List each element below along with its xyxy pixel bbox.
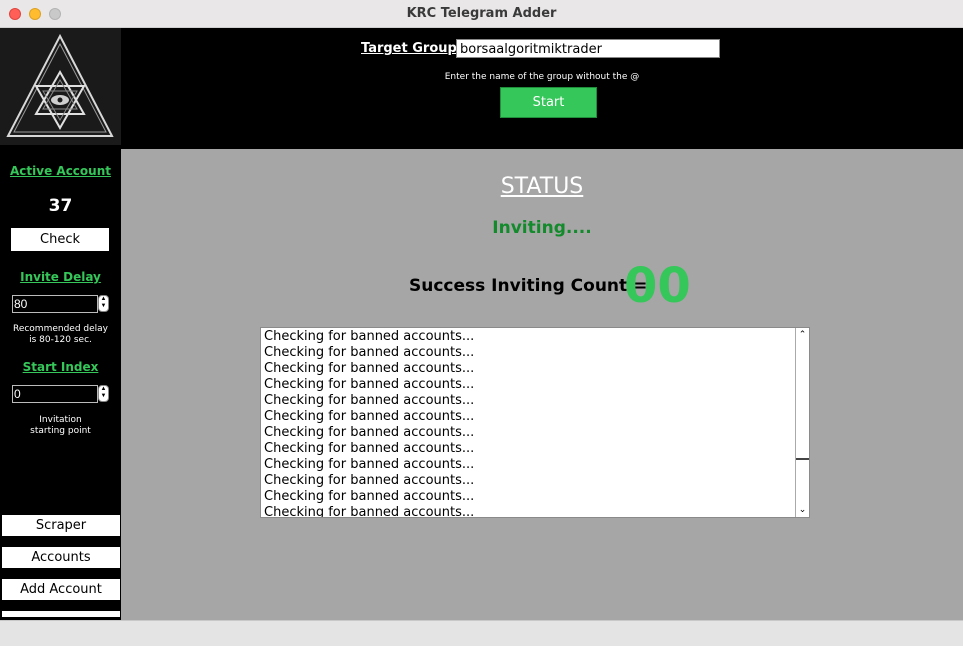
log-line: Checking for banned accounts...	[264, 377, 475, 392]
log-line: Checking for banned accounts...	[264, 329, 475, 344]
sidebar: Active Account 37 Check Invite Delay 80 …	[0, 28, 121, 620]
target-group-label: Target Group:	[361, 41, 463, 56]
title-bar: KRC Telegram Adder	[0, 0, 963, 28]
log-line: Checking for banned accounts...	[264, 409, 475, 424]
accounts-button[interactable]: Accounts	[2, 547, 120, 568]
add-account-button[interactable]: Add Account	[2, 579, 120, 600]
status-heading-text: STATUS	[500, 174, 584, 199]
start-index-input[interactable]: 0	[12, 385, 98, 403]
target-group-input[interactable]: borsaalgoritmiktrader	[456, 39, 720, 58]
invite-delay-title: Invite Delay	[20, 270, 101, 284]
invite-delay-input[interactable]: 80	[12, 295, 98, 313]
bottom-status-bar	[0, 620, 963, 646]
log-textbox[interactable]: Checking for banned accounts... Checking…	[260, 327, 810, 518]
window-title: KRC Telegram Adder	[406, 6, 557, 21]
log-line: Checking for banned accounts...	[264, 473, 475, 488]
active-account-count: 37	[48, 196, 73, 216]
header-panel: Target Group: borsaalgoritmiktrader Ente…	[121, 28, 963, 149]
log-scrollbar[interactable]: ⌃ ⌄	[795, 328, 809, 517]
target-group-hint: Enter the name of the group without the …	[444, 72, 640, 82]
check-button[interactable]: Check	[11, 228, 109, 251]
start-index-note-2: starting point	[30, 426, 91, 436]
success-count-label: Success Inviting Count =	[409, 276, 648, 296]
log-line: Checking for banned accounts...	[264, 441, 475, 456]
start-index-stepper[interactable]: 0 ▲ ▼	[12, 385, 111, 403]
log-line: Checking for banned accounts...	[264, 345, 475, 360]
invite-delay-note-2: is 80-120 sec.	[29, 335, 92, 345]
stepper-arrows-icon[interactable]: ▲ ▼	[98, 295, 109, 312]
log-line: Checking for banned accounts...	[264, 505, 475, 518]
app-window: KRC Telegram Adder Active Account 37 Che…	[0, 0, 963, 646]
invite-delay-note-1: Recommended delay	[12, 324, 109, 334]
start-button[interactable]: Start	[500, 87, 597, 118]
scroll-up-icon[interactable]: ⌃	[796, 329, 809, 340]
triangle-star-logo-icon	[0, 28, 121, 145]
start-index-note-1: Invitation	[39, 415, 82, 425]
scrollbar-thumb[interactable]	[796, 340, 809, 460]
log-line: Checking for banned accounts...	[264, 361, 475, 376]
log-line: Checking for banned accounts...	[264, 425, 475, 440]
log-line: Checking for banned accounts...	[264, 457, 475, 472]
stepper-arrows-icon[interactable]: ▲ ▼	[98, 385, 109, 402]
invite-delay-stepper[interactable]: 80 ▲ ▼	[12, 295, 111, 313]
log-line: Checking for banned accounts...	[264, 393, 475, 408]
status-text: Inviting....	[492, 218, 592, 238]
scraper-button[interactable]: Scraper	[2, 515, 120, 536]
start-index-title: Start Index	[22, 360, 99, 374]
success-count-value: 00	[624, 258, 691, 314]
app-logo	[0, 28, 121, 145]
active-account-title: Active Account	[10, 164, 111, 178]
scroll-down-icon[interactable]: ⌄	[796, 504, 809, 515]
status-heading: STATUS	[121, 174, 963, 199]
sidebar-button-partial[interactable]	[2, 611, 120, 617]
log-line: Checking for banned accounts...	[264, 489, 475, 504]
